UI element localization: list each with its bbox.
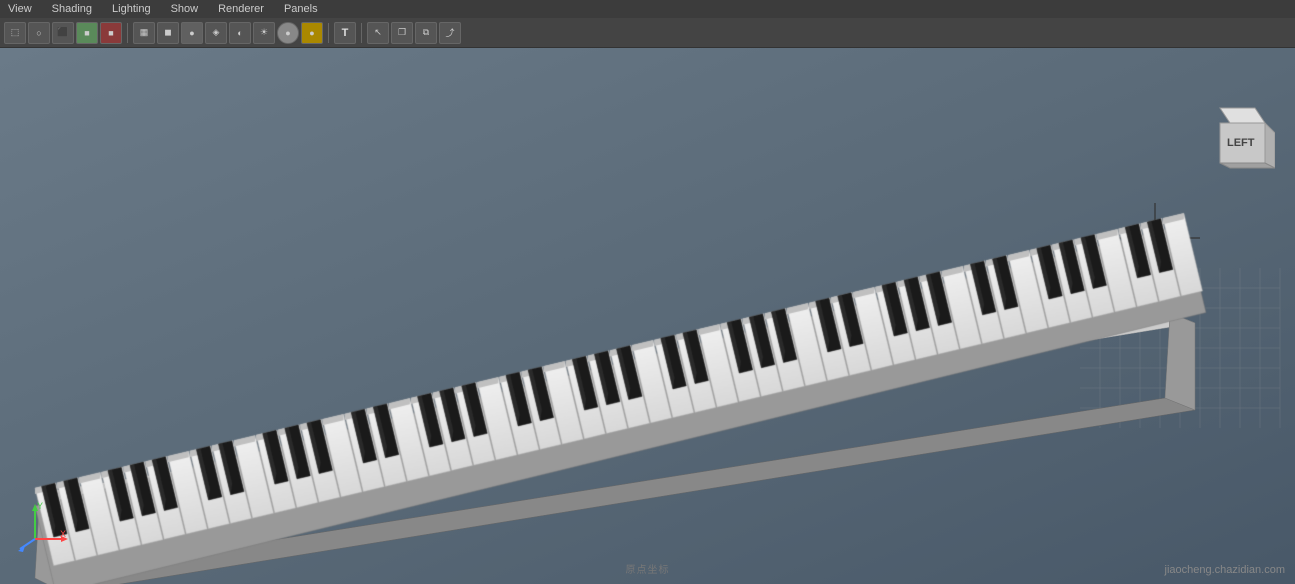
copy-btn[interactable]: ❐ bbox=[391, 22, 413, 44]
sep2 bbox=[328, 23, 329, 43]
paste-btn[interactable]: ⧉ bbox=[415, 22, 437, 44]
menu-panels[interactable]: Panels bbox=[280, 3, 322, 15]
center-coords: 原点坐标 bbox=[626, 561, 670, 576]
svg-text:X: X bbox=[60, 529, 66, 539]
menu-show[interactable]: Show bbox=[167, 3, 203, 15]
view-cube[interactable]: LEFT bbox=[1200, 103, 1275, 178]
menu-lighting[interactable]: Lighting bbox=[108, 3, 155, 15]
piano-viewport-svg bbox=[0, 48, 1295, 584]
menu-renderer[interactable]: Renderer bbox=[214, 3, 268, 15]
viewport[interactable]: // This won't execute in SVG context, us… bbox=[0, 48, 1295, 584]
yellow-btn[interactable]: ● bbox=[301, 22, 323, 44]
col-btn[interactable]: ■ bbox=[76, 22, 98, 44]
share-btn[interactable]: ⤴ bbox=[439, 22, 461, 44]
sep1 bbox=[127, 23, 128, 43]
tex-btn[interactable]: ◈ bbox=[205, 22, 227, 44]
select-mode-btn[interactable]: ⬚ bbox=[4, 22, 26, 44]
material-btn[interactable]: ● bbox=[277, 22, 299, 44]
svg-text:LEFT: LEFT bbox=[1227, 137, 1255, 149]
watermark: jiaocheng.chazidian.com bbox=[1165, 564, 1285, 576]
menu-view[interactable]: View bbox=[4, 3, 36, 15]
t-label[interactable]: T bbox=[334, 22, 356, 44]
sphere-btn[interactable]: ● bbox=[181, 22, 203, 44]
sep3 bbox=[361, 23, 362, 43]
axes-display: Y X bbox=[15, 499, 70, 554]
menubar: View Shading Lighting Show Renderer Pane… bbox=[0, 0, 1295, 18]
light-btn[interactable]: ☀ bbox=[253, 22, 275, 44]
paint-select-btn[interactable]: ⬛ bbox=[52, 22, 74, 44]
wire-btn[interactable]: ▦ bbox=[133, 22, 155, 44]
toolbar: ⬚ ○ ⬛ ■ ■ ▦ ◼ ● ◈ ◐ ☀ ● ● T ↖ ❐ ⧉ ⤴ bbox=[0, 18, 1295, 48]
smooth-btn[interactable]: ◼ bbox=[157, 22, 179, 44]
red-btn[interactable]: ■ bbox=[100, 22, 122, 44]
svg-text:Y: Y bbox=[37, 501, 43, 511]
xray-btn[interactable]: ◐ bbox=[229, 22, 251, 44]
lasso-btn[interactable]: ○ bbox=[28, 22, 50, 44]
arrow-btn[interactable]: ↖ bbox=[367, 22, 389, 44]
menu-shading[interactable]: Shading bbox=[48, 3, 96, 15]
